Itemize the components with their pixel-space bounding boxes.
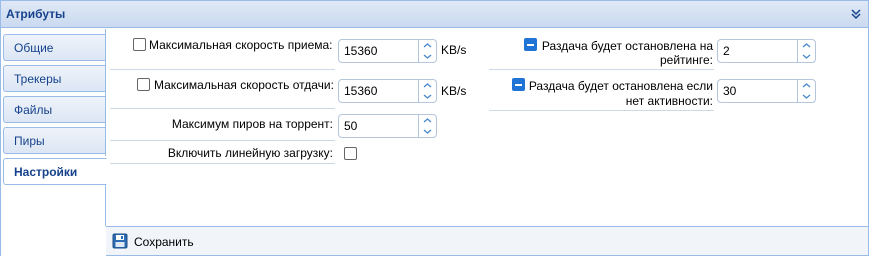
max-upload-unit: KB/s [441, 84, 467, 98]
stop-ratio-label-line1: Раздача будет остановлена на [541, 39, 713, 53]
bottom-toolbar: Сохранить [106, 226, 868, 255]
max-download-unit: KB/s [441, 43, 467, 57]
tab-divider [105, 29, 106, 156]
tab-strip: Общие Трекеры Файлы Пиры Настройки [1, 29, 107, 256]
spinner-buttons [418, 80, 436, 102]
spinner-buttons [418, 40, 436, 62]
max-upload-label: Максимальная скорость отдачи: [154, 78, 334, 92]
row-divider [110, 163, 335, 164]
row-divider [110, 140, 335, 141]
spin-up-icon[interactable] [419, 115, 436, 126]
max-peers-input[interactable] [339, 115, 419, 137]
max-upload-checkbox[interactable] [137, 78, 150, 91]
attributes-panel: Атрибуты Общие Трекеры Файлы Пиры Настро… [0, 0, 869, 256]
row-divider [110, 69, 335, 70]
spinner-buttons [797, 80, 815, 102]
spinner-buttons [797, 40, 815, 62]
stop-idle-label-line1: Раздача будет остановлена если [528, 79, 713, 93]
max-peers-label: Максимум пиров на торрент: [171, 117, 333, 131]
stop-ratio-spinner[interactable] [717, 39, 816, 63]
tab-label: Трекеры [14, 72, 62, 86]
spin-down-icon[interactable] [798, 91, 815, 102]
stop-idle-input[interactable] [718, 80, 798, 102]
spin-up-icon[interactable] [419, 40, 436, 51]
max-download-input[interactable] [339, 40, 419, 62]
spin-up-icon[interactable] [798, 40, 815, 51]
stop-ratio-input[interactable] [718, 40, 798, 62]
double-chevron-down-icon[interactable] [849, 7, 863, 21]
max-download-checkbox[interactable] [133, 38, 146, 51]
spin-up-icon[interactable] [798, 80, 815, 91]
tab-general[interactable]: Общие [3, 34, 105, 61]
spin-down-icon[interactable] [798, 51, 815, 62]
stop-idle-label-line2: нет активности: [625, 94, 713, 108]
max-download-spinner[interactable] [338, 39, 437, 63]
row-divider [489, 69, 714, 70]
tab-trackers[interactable]: Трекеры [3, 65, 105, 92]
tab-label: Общие [14, 41, 54, 55]
tab-peers[interactable]: Пиры [3, 127, 105, 154]
tab-files[interactable]: Файлы [3, 96, 105, 123]
max-download-label: Максимальная скорость приема: [149, 38, 333, 52]
tab-label: Пиры [14, 134, 45, 148]
max-upload-input[interactable] [339, 80, 419, 102]
panel-header: Атрибуты [1, 1, 868, 28]
spin-down-icon[interactable] [419, 91, 436, 102]
spin-down-icon[interactable] [419, 51, 436, 62]
tab-settings[interactable]: Настройки [3, 158, 107, 185]
spin-down-icon[interactable] [419, 126, 436, 137]
floppy-disk-icon [112, 233, 128, 252]
max-upload-spinner[interactable] [338, 79, 437, 103]
spinner-buttons [418, 115, 436, 137]
stop-idle-spinner[interactable] [717, 79, 816, 103]
tab-label: Файлы [14, 103, 53, 117]
max-peers-spinner[interactable] [338, 114, 437, 138]
spin-up-icon[interactable] [419, 80, 436, 91]
save-label: Сохранить [134, 235, 194, 249]
row-divider [489, 110, 714, 111]
stop-ratio-label-line2: рейтинге: [660, 53, 713, 67]
sequential-checkbox[interactable] [344, 147, 357, 160]
tab-label: Настройки [14, 165, 78, 179]
sequential-label: Включить линейную загрузку: [167, 146, 333, 160]
row-divider [110, 108, 335, 109]
panel-title: Атрибуты [6, 7, 66, 21]
tab-divider [105, 184, 106, 226]
